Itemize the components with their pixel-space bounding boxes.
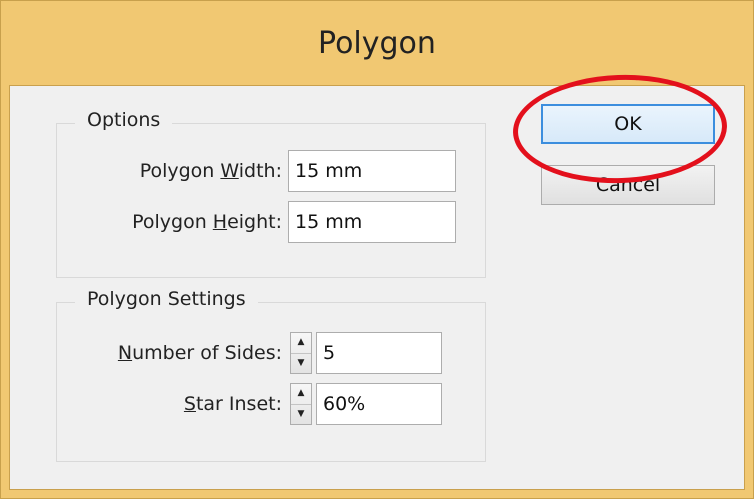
polygon-height-row: Polygon Height: 15 mm bbox=[70, 201, 456, 243]
number-of-sides-spinner[interactable]: ▲ ▼ bbox=[290, 332, 312, 374]
window-title: Polygon bbox=[318, 25, 436, 61]
polygon-height-input[interactable]: 15 mm bbox=[288, 201, 456, 243]
spin-up-icon[interactable]: ▲ bbox=[291, 384, 311, 405]
polygon-width-label: Polygon Width: bbox=[139, 160, 282, 182]
star-inset-input[interactable]: 60% bbox=[316, 383, 442, 425]
polygon-dialog: Polygon Options Polygon Width: 15 mm Pol… bbox=[0, 0, 754, 499]
polygon-width-row: Polygon Width: 15 mm bbox=[70, 150, 456, 192]
polygon-width-input[interactable]: 15 mm bbox=[288, 150, 456, 192]
polygon-height-label: Polygon Height: bbox=[132, 211, 282, 233]
title-bar[interactable]: Polygon bbox=[1, 1, 753, 85]
star-inset-row: Star Inset: ▲ ▼ 60% bbox=[70, 383, 442, 425]
dialog-client-area: Options Polygon Width: 15 mm Polygon Hei… bbox=[9, 85, 745, 490]
number-of-sides-row: Number of Sides: ▲ ▼ 5 bbox=[70, 332, 442, 374]
spin-down-icon[interactable]: ▼ bbox=[291, 354, 311, 374]
cancel-button[interactable]: Cancel bbox=[541, 165, 715, 205]
star-inset-label: Star Inset: bbox=[183, 393, 282, 415]
spin-down-icon[interactable]: ▼ bbox=[291, 405, 311, 425]
ok-button[interactable]: OK bbox=[541, 104, 715, 144]
polygon-settings-group: Polygon Settings bbox=[56, 288, 486, 462]
options-group-title: Options bbox=[75, 109, 173, 131]
star-inset-spinner[interactable]: ▲ ▼ bbox=[290, 383, 312, 425]
polygon-settings-group-title: Polygon Settings bbox=[75, 288, 258, 310]
number-of-sides-label: Number of Sides: bbox=[117, 342, 282, 364]
spin-up-icon[interactable]: ▲ bbox=[291, 333, 311, 354]
number-of-sides-input[interactable]: 5 bbox=[316, 332, 442, 374]
